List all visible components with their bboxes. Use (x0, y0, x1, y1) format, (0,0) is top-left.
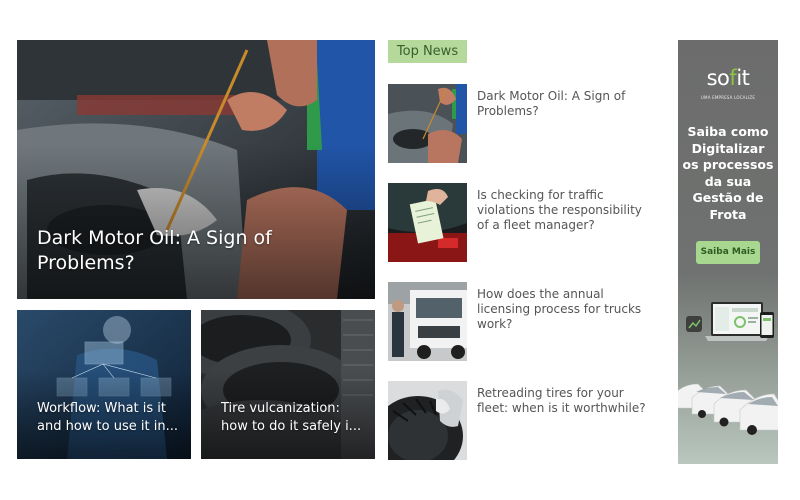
news-item-title[interactable]: How does the annual licensing process fo… (477, 287, 657, 332)
news-item-title[interactable]: Dark Motor Oil: A Sign of Problems? (477, 89, 657, 119)
news-thumbnail[interactable] (388, 183, 467, 262)
featured-article-card[interactable]: Dark Motor Oil: A Sign of Problems? (17, 40, 375, 299)
workflow-article-title[interactable]: Workflow: What is it and how to use it i… (37, 400, 179, 436)
logo-text-end: it (736, 66, 750, 90)
news-thumbnail[interactable] (388, 84, 467, 163)
truck-photo (388, 282, 467, 361)
featured-article-title[interactable]: Dark Motor Oil: A Sign of Problems? (37, 226, 367, 276)
sofit-logo: sofit (678, 66, 778, 90)
ad-devices-and-cars-illustration (678, 302, 778, 435)
news-item-title[interactable]: Retreading tires for your fleet: when is… (477, 386, 657, 416)
tire-vulcanization-article-title[interactable]: Tire vulcanization: how to do it safely … (221, 400, 363, 436)
workflow-article-card[interactable]: Workflow: What is it and how to use it i… (17, 310, 191, 459)
tire-inspection-photo (388, 381, 467, 460)
title-line-2: and how to use it in... (37, 419, 178, 435)
news-item-dark-motor-oil[interactable]: Dark Motor Oil: A Sign of Problems? (388, 84, 668, 164)
tire-vulcanization-article-card[interactable]: Tire vulcanization: how to do it safely … (201, 310, 375, 459)
ad-tagline: UMA EMPRESA LOCALIZE (700, 95, 756, 100)
title-line-1: Workflow: What is it (37, 401, 167, 417)
news-thumbnail[interactable] (388, 282, 467, 361)
logo-text-start: so (706, 66, 730, 90)
title-line-1: Tire vulcanization: (221, 401, 340, 417)
news-item-retreading-tires[interactable]: Retreading tires for your fleet: when is… (388, 381, 668, 461)
ad-headline: Saiba como Digitalizar os processos da s… (682, 124, 774, 222)
sofit-ad-banner[interactable]: sofit UMA EMPRESA LOCALIZE Saiba como Di… (678, 40, 778, 464)
engine-thumbnail-photo (388, 84, 467, 163)
news-item-traffic-violations[interactable]: Is checking for traffic violations the r… (388, 183, 668, 263)
news-item-title[interactable]: Is checking for traffic violations the r… (477, 188, 657, 233)
news-thumbnail[interactable] (388, 381, 467, 460)
title-line-2: how to do it safely i... (221, 419, 362, 435)
top-news-label: Top News (388, 40, 467, 63)
news-item-truck-licensing[interactable]: How does the annual licensing process fo… (388, 282, 668, 362)
saiba-mais-button[interactable]: Saiba Mais (696, 241, 760, 264)
parking-ticket-photo (388, 183, 467, 262)
